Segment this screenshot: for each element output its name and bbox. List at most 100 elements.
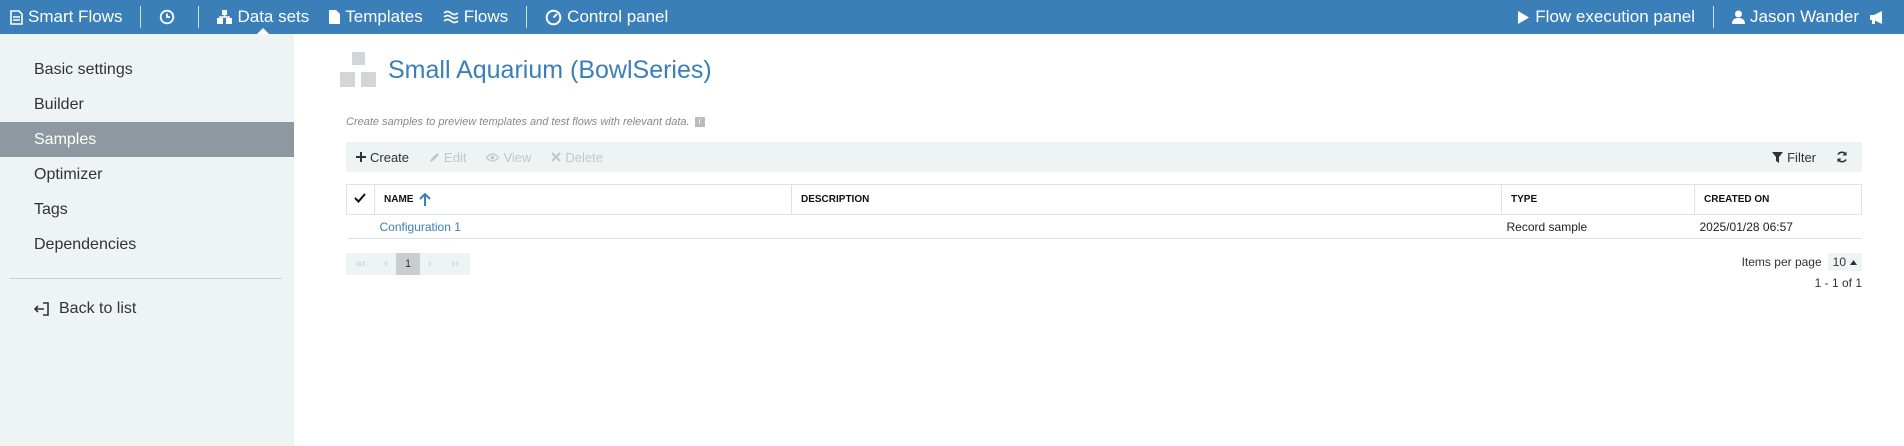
page-header: Small Aquarium (BowlSeries)	[340, 52, 712, 88]
sidebar-item-label: Optimizer	[34, 165, 103, 183]
table-toolbar: Create Edit View Delete Filter	[346, 142, 1862, 172]
items-per-page-select[interactable]: 10	[1827, 253, 1862, 271]
sidebar: Basic settings Builder Samples Optimizer…	[0, 34, 294, 446]
sort-ascending-icon	[419, 193, 431, 206]
edit-button[interactable]: Edit	[419, 150, 476, 165]
sidebar-nav: Basic settings Builder Samples Optimizer…	[0, 34, 294, 262]
sitemap-icon	[217, 10, 233, 24]
nav-divider	[140, 6, 142, 28]
clock-icon	[160, 9, 175, 25]
sidebar-item-label: Dependencies	[34, 235, 137, 253]
refresh-icon	[1837, 151, 1847, 163]
sidebar-item-label: Samples	[34, 130, 97, 148]
table-header-row: NAME DESCRIPTION TYPE CREATED ON	[346, 184, 1862, 215]
sidebar-divider	[10, 278, 282, 279]
filter-button[interactable]: Filter	[1762, 150, 1826, 165]
user-icon	[1732, 10, 1746, 24]
next-page-button[interactable]: ›	[420, 253, 440, 275]
column-header-name[interactable]: NAME	[374, 184, 792, 215]
user-menu[interactable]: Jason Wander	[1722, 0, 1869, 34]
current-page-button[interactable]: 1	[396, 253, 420, 275]
row-select-cell[interactable]	[346, 214, 375, 239]
row-description	[791, 214, 1502, 239]
column-header-created-on[interactable]: CREATED ON	[1694, 184, 1862, 215]
nav-flows[interactable]: Flows	[433, 0, 518, 34]
plus-icon	[356, 152, 366, 162]
page-hint: Create samples to preview templates and …	[346, 116, 705, 128]
back-to-list-label: Back to list	[59, 300, 137, 317]
nav-divider	[198, 6, 200, 28]
dataset-icon	[340, 52, 376, 87]
create-label: Create	[370, 149, 410, 165]
file-icon	[329, 10, 341, 24]
megaphone-icon	[1870, 10, 1882, 24]
column-header-type[interactable]: TYPE	[1501, 184, 1695, 215]
create-button[interactable]: Create	[346, 150, 419, 165]
nav-data-sets[interactable]: Data sets	[207, 0, 319, 34]
sidebar-item-label: Builder	[34, 95, 84, 113]
row-created-on: 2025/01/28 06:57	[1694, 214, 1862, 239]
pagination: «‹ ‹ 1 › ››	[346, 253, 470, 275]
row-name-link[interactable]: Configuration 1	[374, 214, 792, 239]
samples-table: NAME DESCRIPTION TYPE CREATED ON Configu…	[346, 184, 1862, 239]
result-count: 1 - 1 of 1	[1814, 276, 1862, 290]
refresh-button[interactable]	[1826, 151, 1862, 163]
delete-label: Delete	[565, 149, 603, 165]
top-navigation-bar: Smart Flows Data sets Templates Flows Co…	[0, 0, 1904, 34]
sidebar-item-basic-settings[interactable]: Basic settings	[0, 52, 294, 87]
items-per-page: Items per page 10	[1742, 253, 1862, 271]
sidebar-item-dependencies[interactable]: Dependencies	[0, 227, 294, 262]
first-page-button[interactable]: «‹	[346, 253, 376, 275]
sidebar-item-optimizer[interactable]: Optimizer	[0, 157, 294, 192]
table-row[interactable]: Configuration 1 Record sample 2025/01/28…	[346, 214, 1862, 239]
last-page-button[interactable]: ››	[440, 253, 470, 275]
x-icon	[551, 152, 562, 162]
view-label: View	[503, 149, 532, 165]
history-button[interactable]	[149, 0, 190, 34]
previous-page-button[interactable]: ‹	[376, 253, 396, 275]
pencil-icon	[430, 152, 440, 162]
filter-label: Filter	[1787, 149, 1816, 165]
announcements-button[interactable]	[1869, 0, 1904, 34]
back-arrow-icon	[34, 302, 49, 316]
app-home-link[interactable]: Smart Flows	[0, 0, 132, 34]
document-icon	[10, 9, 23, 25]
caret-up-icon	[1850, 259, 1857, 265]
nav-divider	[1713, 6, 1715, 28]
items-per-page-value: 10	[1832, 255, 1846, 269]
column-header-description[interactable]: DESCRIPTION	[791, 184, 1502, 215]
eye-icon	[486, 152, 500, 162]
row-type: Record sample	[1501, 214, 1695, 239]
page-title: Small Aquarium (BowlSeries)	[388, 55, 712, 84]
back-to-list-link[interactable]: Back to list	[0, 291, 294, 327]
nav-data-sets-label: Data sets	[237, 7, 310, 26]
main-content: Small Aquarium (BowlSeries) Create sampl…	[294, 34, 1904, 446]
delete-button[interactable]: Delete	[541, 150, 613, 165]
select-all-checkbox[interactable]	[346, 184, 375, 215]
items-per-page-label: Items per page	[1741, 255, 1822, 269]
nav-divider	[526, 6, 528, 28]
hint-text: Create samples to preview templates and …	[346, 116, 690, 128]
edit-label: Edit	[444, 149, 467, 165]
filter-icon	[1772, 151, 1784, 163]
dashboard-icon	[545, 9, 562, 25]
info-icon[interactable]: i	[694, 117, 705, 127]
column-label: DESCRIPTION	[801, 194, 870, 205]
nav-templates[interactable]: Templates	[319, 0, 432, 34]
sidebar-item-label: Basic settings	[34, 60, 133, 78]
column-label: TYPE	[1511, 194, 1538, 205]
nav-control-panel[interactable]: Control panel	[535, 0, 678, 34]
view-button[interactable]: View	[476, 150, 541, 165]
flow-execution-panel-label: Flow execution panel	[1535, 7, 1696, 26]
sidebar-item-label: Tags	[34, 200, 68, 218]
nav-control-panel-label: Control panel	[567, 7, 669, 26]
column-label: CREATED ON	[1704, 194, 1770, 205]
sidebar-item-tags[interactable]: Tags	[0, 192, 294, 227]
waves-icon	[443, 10, 459, 24]
flow-execution-panel-button[interactable]: Flow execution panel	[1507, 0, 1705, 34]
nav-templates-label: Templates	[345, 7, 423, 26]
sidebar-item-builder[interactable]: Builder	[0, 87, 294, 122]
app-name: Smart Flows	[28, 7, 123, 26]
sidebar-item-samples[interactable]: Samples	[0, 122, 294, 157]
user-name: Jason Wander	[1750, 7, 1859, 26]
